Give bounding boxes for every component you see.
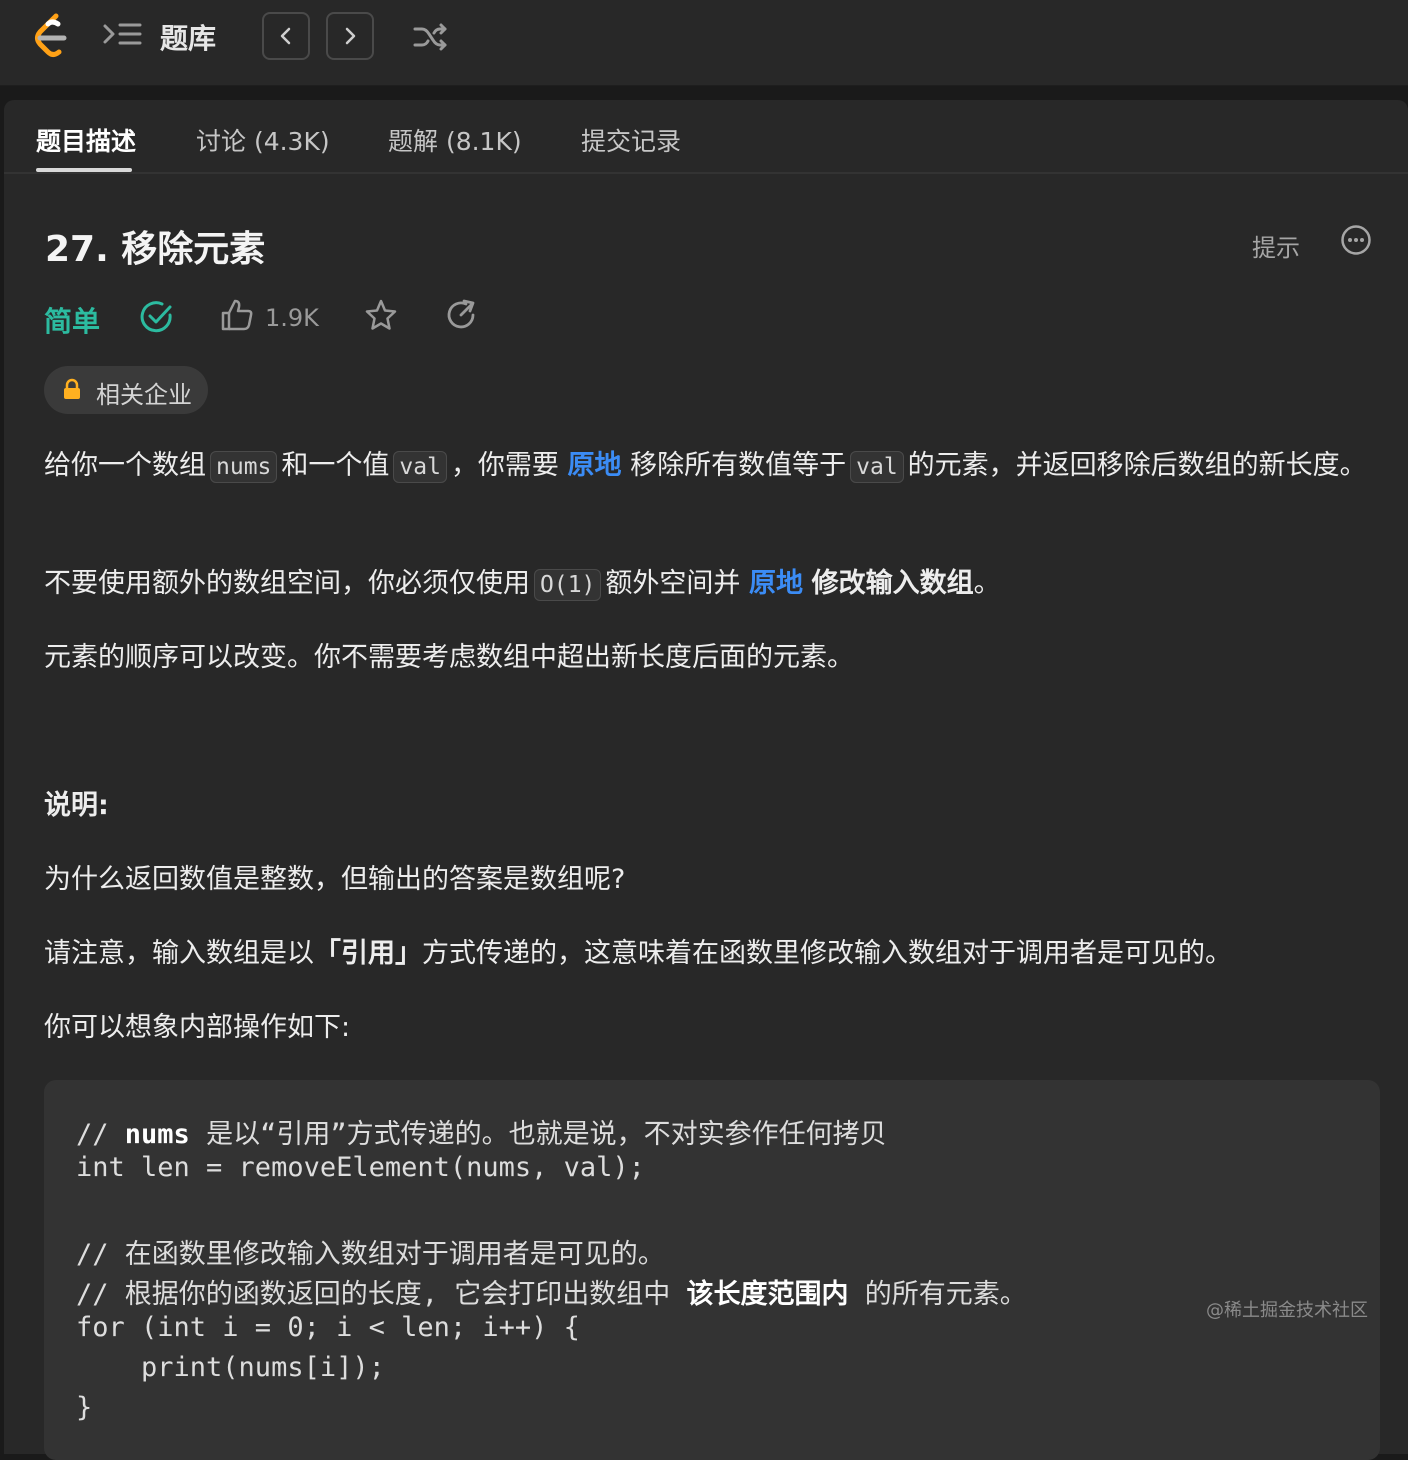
text: 的元素，并返回移除后数组的新长度。 bbox=[907, 450, 1367, 481]
star-icon[interactable] bbox=[364, 298, 398, 332]
description-paragraph-1: 给你一个数组 nums 和一个值 val ，你需要 原地 移除所有数值等于 val 的元素，… bbox=[44, 444, 1374, 489]
lock-icon bbox=[64, 378, 80, 399]
prev-problem-button[interactable] bbox=[262, 12, 310, 60]
code-text: 是以“引用”方式传递的。也就是说，不对实参作任何拷贝 bbox=[189, 1119, 887, 1150]
description-paragraph-5: 为什么返回数值是整数，但输出的答案是数组呢? bbox=[44, 864, 626, 895]
hint-button[interactable]: 提示 bbox=[1252, 228, 1300, 263]
top-navbar: 题库 bbox=[0, 0, 1408, 86]
text: 给你一个数组 bbox=[44, 450, 206, 481]
leetcode-logo-icon[interactable] bbox=[30, 12, 74, 60]
code-text: 的所有元素。 bbox=[848, 1279, 1027, 1310]
code-bold-text: 该长度范围内 bbox=[686, 1279, 849, 1310]
chevron-left-icon bbox=[280, 27, 291, 45]
description-paragraph-3: 元素的顺序可以改变。你不需要考虑数组中超出新长度后面的元素。 bbox=[44, 642, 854, 673]
inline-code: val bbox=[393, 451, 447, 483]
code-line: // 在函数里修改输入数组对于调用者是可见的。 bbox=[76, 1239, 665, 1270]
code-line: // 根据你的函数返回的长度, 它会打印出数组中 该长度范围内 的所有元素。 bbox=[76, 1272, 1027, 1311]
note-heading: 说明: bbox=[44, 790, 109, 821]
bold-text: 「引用」 bbox=[314, 938, 422, 969]
bold-text: 修改输入数组 bbox=[811, 568, 974, 599]
like-count: 1.9K bbox=[265, 304, 319, 332]
text: 方式传递的，这意味着在函数里修改输入数组对于调用者是可见的。 bbox=[422, 938, 1232, 969]
code-line: } bbox=[76, 1392, 93, 1423]
related-companies-tag[interactable]: 相关企业 bbox=[44, 366, 208, 414]
tab-bar: 题目描述 讨论 (4.3K) 题解 (8.1K) 提交记录 bbox=[4, 100, 1408, 174]
problem-meta-row: 简单 1.9K bbox=[44, 296, 644, 340]
problem-list-link[interactable]: 题库 bbox=[160, 17, 216, 57]
text: 和一个值 bbox=[281, 450, 390, 481]
watermark: @稀土掘金技术社区 bbox=[1206, 1300, 1368, 1321]
text: 额外空间并 bbox=[605, 568, 741, 599]
problem-list-icon[interactable] bbox=[102, 20, 142, 52]
tab-discussion[interactable]: 讨论 (4.3K) bbox=[196, 122, 330, 158]
description-paragraph-6: 请注意，输入数组是以「引用」方式传递的，这意味着在函数里修改输入数组对于调用者是… bbox=[44, 932, 1374, 976]
share-icon[interactable] bbox=[444, 298, 478, 332]
description-paragraph-7: 你可以想象内部操作如下: bbox=[44, 1012, 351, 1043]
code-line: print(nums[i]); bbox=[76, 1352, 385, 1383]
solved-check-icon bbox=[140, 301, 172, 333]
in-place-link[interactable]: 原地 bbox=[568, 450, 622, 481]
code-bold-text: nums bbox=[124, 1119, 190, 1150]
related-companies-label: 相关企业 bbox=[96, 381, 192, 409]
inline-code: val bbox=[850, 451, 904, 483]
next-problem-button[interactable] bbox=[326, 12, 374, 60]
problem-title: 27. 移除元素 bbox=[45, 229, 266, 270]
inline-code: O(1) bbox=[534, 569, 602, 601]
tab-description[interactable]: 题目描述 bbox=[36, 122, 136, 158]
text: 请注意，输入数组是以 bbox=[44, 938, 314, 969]
tab-solutions[interactable]: 题解 (8.1K) bbox=[388, 122, 522, 158]
code-line: int len = removeElement(nums, val); bbox=[76, 1152, 645, 1183]
description-paragraph-2: 不要使用额外的数组空间，你必须仅使用 O(1) 额外空间并 原地 修改输入数组。 bbox=[44, 562, 1374, 607]
text: ，你需要 bbox=[450, 450, 559, 481]
in-place-link[interactable]: 原地 bbox=[749, 568, 803, 599]
shuffle-icon[interactable] bbox=[412, 20, 448, 54]
more-options-icon[interactable] bbox=[1340, 224, 1372, 256]
code-line: for (int i = 0; i < len; i++) { bbox=[76, 1312, 580, 1343]
text: 。 bbox=[973, 568, 1001, 599]
problem-panel: 题目描述 讨论 (4.3K) 题解 (8.1K) 提交记录 27. 移除元素 提… bbox=[4, 100, 1408, 1460]
code-line: // nums 是以“引用”方式传递的。也就是说，不对实参作任何拷贝 bbox=[76, 1112, 887, 1151]
code-block: // nums 是以“引用”方式传递的。也就是说，不对实参作任何拷贝 int l… bbox=[44, 1080, 1380, 1460]
inline-code: nums bbox=[210, 451, 278, 483]
thumbs-up-icon[interactable] bbox=[220, 298, 254, 332]
code-text: // bbox=[76, 1119, 125, 1150]
active-tab-indicator bbox=[36, 168, 132, 172]
difficulty-badge: 简单 bbox=[44, 305, 101, 338]
text: 移除所有数值等于 bbox=[630, 450, 847, 481]
code-text: // 根据你的函数返回的长度, 它会打印出数组中 bbox=[76, 1279, 687, 1310]
chevron-right-icon bbox=[345, 27, 356, 45]
tab-submissions[interactable]: 提交记录 bbox=[581, 122, 681, 158]
text: 不要使用额外的数组空间，你必须仅使用 bbox=[44, 568, 530, 599]
